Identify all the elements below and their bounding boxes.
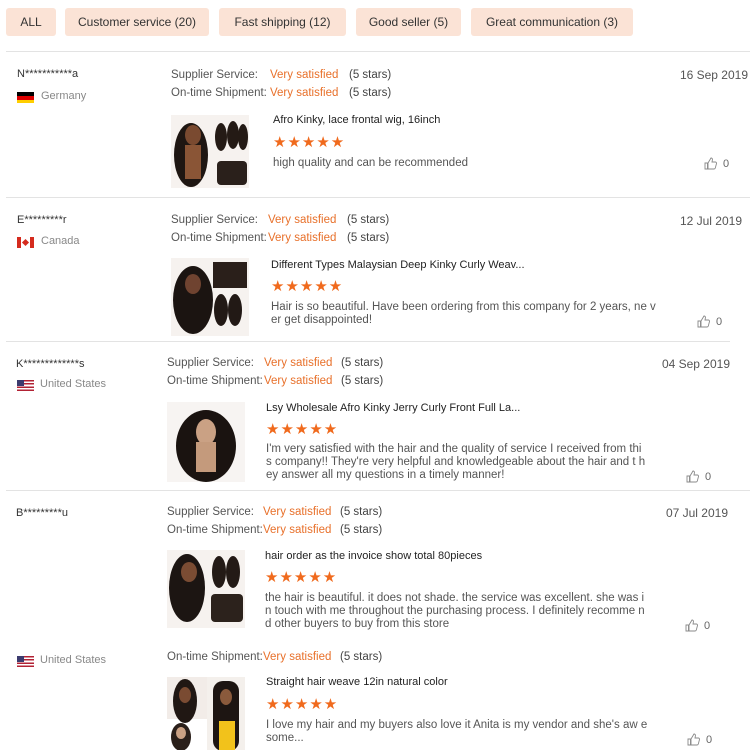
review-item: K*************s United States Supplier S… <box>0 342 750 490</box>
shipment-stars: (5 stars) <box>347 232 390 244</box>
rating-stars: ★★★★★ <box>271 278 344 295</box>
review-date: 16 Sep 2019 <box>679 68 748 82</box>
product-title[interactable]: Lsy Wholesale Afro Kinky Jerry Curly Fro… <box>266 402 520 414</box>
rating-stars: ★★★★★ <box>273 134 346 151</box>
supplier-service-stars: (5 stars) <box>347 214 390 226</box>
review-date: 04 Sep 2019 <box>661 357 730 371</box>
product-title[interactable]: hair order as the invoice show total 80p… <box>265 550 482 562</box>
supplier-service-label: Supplier Service: <box>167 506 254 518</box>
review-text: the hair is beautiful. it does not shade… <box>265 592 645 630</box>
like-button[interactable]: 0 <box>697 315 722 328</box>
shipment-label: On-time Shipment: <box>171 87 267 99</box>
like-count: 0 <box>723 158 730 170</box>
thumbs-up-icon <box>686 470 699 483</box>
review-item: United States On-time Shipment: Very sat… <box>0 641 750 750</box>
shipment-stars: (5 stars) <box>349 87 392 99</box>
rating-stars: ★★★★★ <box>266 421 339 438</box>
reviewer-country: Canada <box>41 235 80 247</box>
shipment-value: Very satisfied <box>263 524 332 536</box>
product-thumbnail[interactable] <box>171 258 249 336</box>
thumbs-up-icon <box>704 157 717 170</box>
supplier-service-label: Supplier Service: <box>171 69 258 81</box>
filter-fast-shipping-chip[interactable]: Fast shipping (12) <box>219 8 346 36</box>
supplier-service-value: Very satisfied <box>264 357 333 369</box>
like-button[interactable]: 0 <box>686 470 711 483</box>
review-item: B*********u Supplier Service: Very satis… <box>0 491 750 641</box>
review-item: N***********a Germany Supplier Service: … <box>0 52 750 197</box>
filter-great-communication-chip[interactable]: Great communication (3) <box>471 8 633 36</box>
germany-flag-icon <box>17 92 34 103</box>
reviewer-country: United States <box>40 378 107 390</box>
usa-flag-icon <box>17 380 34 391</box>
reviewer-country: United States <box>40 654 107 666</box>
shipment-stars: (5 stars) <box>341 375 384 387</box>
product-thumbnail[interactable] <box>171 115 249 188</box>
filter-good-seller-chip[interactable]: Good seller (5) <box>356 8 461 36</box>
thumbs-up-icon <box>687 733 700 746</box>
product-thumbnail[interactable] <box>167 402 245 482</box>
canada-flag-icon <box>17 237 34 248</box>
shipment-label: On-time Shipment: <box>167 524 263 536</box>
product-thumbnail[interactable] <box>167 550 245 628</box>
shipment-label: On-time Shipment: <box>167 651 263 663</box>
review-date: 07 Jul 2019 <box>665 506 728 520</box>
rating-stars: ★★★★★ <box>266 696 339 713</box>
reviewer-name: B*********u <box>16 507 68 519</box>
shipment-label: On-time Shipment: <box>171 232 267 244</box>
supplier-service-stars: (5 stars) <box>349 69 392 81</box>
supplier-service-value: Very satisfied <box>270 69 339 81</box>
like-count: 0 <box>704 620 711 632</box>
shipment-value: Very satisfied <box>264 375 333 387</box>
rating-stars: ★★★★★ <box>265 569 338 586</box>
filter-all-chip[interactable]: ALL <box>6 8 56 36</box>
supplier-service-value: Very satisfied <box>263 506 332 518</box>
supplier-service-value: Very satisfied <box>268 214 337 226</box>
shipment-value: Very satisfied <box>268 232 337 244</box>
product-thumbnail[interactable] <box>167 677 245 750</box>
product-title[interactable]: Different Types Malaysian Deep Kinky Cur… <box>271 259 525 271</box>
review-text: I'm very satisfied with the hair and the… <box>266 443 646 481</box>
shipment-stars: (5 stars) <box>340 524 383 536</box>
product-title[interactable]: Straight hair weave 12in natural color <box>266 676 448 688</box>
like-count: 0 <box>705 471 712 483</box>
reviewer-name: K*************s <box>16 358 85 370</box>
supplier-service-stars: (5 stars) <box>341 357 384 369</box>
like-button[interactable]: 0 <box>704 157 729 170</box>
review-item: E*********r Canada Supplier Service: Ver… <box>0 198 750 341</box>
review-date: 12 Jul 2019 <box>679 214 742 228</box>
reviewer-country: Germany <box>41 90 87 102</box>
review-text: Hair is so beautiful. Have been ordering… <box>271 301 656 326</box>
filter-customer-service-chip[interactable]: Customer service (20) <box>65 8 209 36</box>
review-text: high quality and can be recommended <box>273 157 468 169</box>
supplier-service-stars: (5 stars) <box>340 506 383 518</box>
shipment-value: Very satisfied <box>270 87 339 99</box>
product-title[interactable]: Afro Kinky, lace frontal wig, 16inch <box>273 114 440 126</box>
like-button[interactable]: 0 <box>687 733 712 746</box>
shipment-label: On-time Shipment: <box>167 375 263 387</box>
usa-flag-icon <box>17 656 34 667</box>
like-button[interactable]: 0 <box>685 619 710 632</box>
reviewer-name: N***********a <box>17 68 79 80</box>
shipment-value: Very satisfied <box>263 651 332 663</box>
thumbs-up-icon <box>697 315 710 328</box>
supplier-service-label: Supplier Service: <box>171 214 258 226</box>
like-count: 0 <box>716 316 723 328</box>
supplier-service-label: Supplier Service: <box>167 357 254 369</box>
like-count: 0 <box>706 734 713 746</box>
thumbs-up-icon <box>685 619 698 632</box>
review-text: I love my hair and my buyers also love i… <box>266 719 648 744</box>
shipment-stars: (5 stars) <box>340 651 383 663</box>
reviewer-name: E*********r <box>17 214 67 226</box>
